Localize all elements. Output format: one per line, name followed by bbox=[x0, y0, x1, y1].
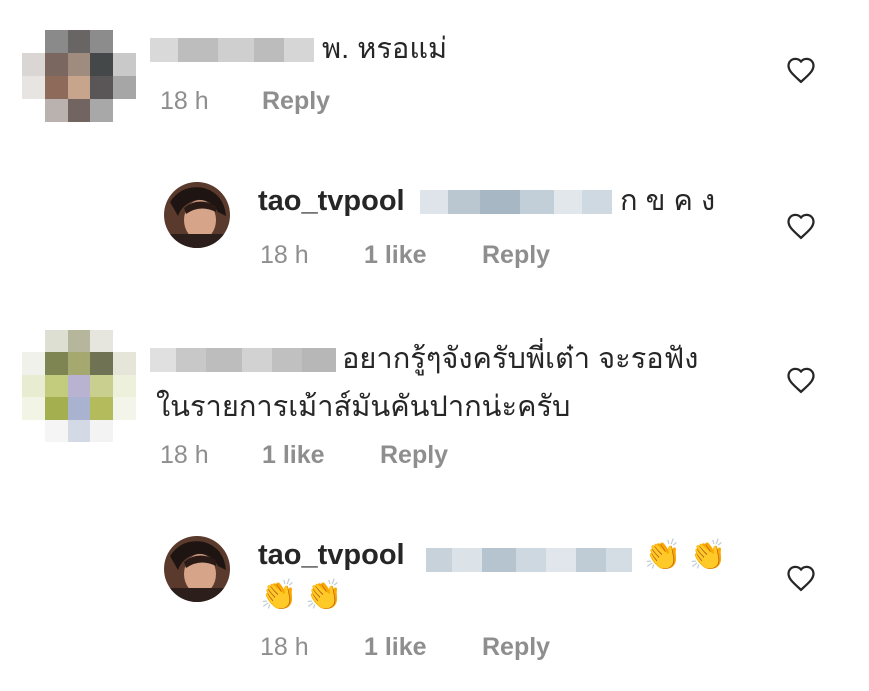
username[interactable]: tao_tvpool bbox=[258, 538, 405, 572]
comment-time: 18 h bbox=[160, 441, 209, 469]
username[interactable]: tao_tvpool bbox=[258, 184, 405, 218]
comment-text: ก ข ค ง bbox=[620, 185, 716, 217]
reply-button[interactable]: Reply bbox=[380, 440, 448, 470]
comment-text-line-1: อยากรู้ๆจังครับพี่เต๋า จะรอฟัง bbox=[342, 343, 699, 375]
emoji-row-2: 👏 👏 bbox=[260, 578, 343, 613]
reply-button[interactable]: Reply bbox=[262, 86, 330, 116]
likes-count[interactable]: 1 like bbox=[364, 632, 427, 662]
avatar[interactable] bbox=[164, 182, 230, 248]
heart-icon[interactable] bbox=[786, 56, 816, 84]
comment-time: 18 h bbox=[260, 633, 309, 661]
blurred-username[interactable] bbox=[150, 38, 314, 62]
reply-button[interactable]: Reply bbox=[482, 240, 550, 270]
likes-count[interactable]: 1 like bbox=[364, 240, 427, 270]
clapping-hands-emoji: 👏 bbox=[305, 579, 343, 613]
heart-icon[interactable] bbox=[786, 212, 816, 240]
comment-text: พ. หรอแม่ bbox=[322, 33, 448, 65]
heart-icon[interactable] bbox=[786, 366, 816, 394]
heart-icon[interactable] bbox=[786, 564, 816, 592]
clapping-hands-emoji: 👏 bbox=[260, 579, 298, 613]
emoji-row-1: 👏 👏 bbox=[644, 538, 727, 573]
reply-button[interactable]: Reply bbox=[482, 632, 550, 662]
likes-count[interactable]: 1 like bbox=[262, 440, 325, 470]
blurred-text bbox=[426, 548, 632, 572]
pixelated-avatar[interactable] bbox=[22, 330, 136, 442]
clapping-hands-emoji: 👏 bbox=[644, 539, 682, 573]
avatar[interactable] bbox=[164, 536, 230, 602]
clapping-hands-emoji: 👏 bbox=[689, 539, 727, 573]
comment-text-line-2: ในรายการเม้าส์มันคันปากน่ะครับ bbox=[156, 391, 571, 423]
blurred-text bbox=[420, 190, 612, 214]
comment-time: 18 h bbox=[260, 241, 309, 269]
blurred-username[interactable] bbox=[150, 348, 336, 372]
pixelated-avatar[interactable] bbox=[22, 30, 136, 122]
comment-time: 18 h bbox=[160, 87, 209, 115]
